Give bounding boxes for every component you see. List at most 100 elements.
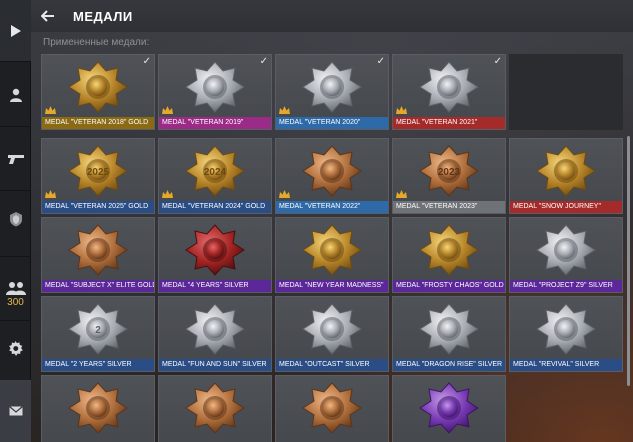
envelope-icon	[8, 406, 23, 416]
applied-medal-tile[interactable]: ✓ MEDAL "VETERAN 2020"	[275, 54, 389, 130]
crown-icon	[279, 106, 290, 114]
medal-tile[interactable]: MEDAL "PROJECT Z9" SILVER	[509, 217, 623, 293]
medal-label: MEDAL "SUBJECT X" ELITE GOLD	[42, 280, 154, 292]
empty-applied-slot[interactable]	[509, 54, 623, 130]
medal-label: MEDAL "VETERAN 2025" GOLD	[42, 201, 154, 213]
medal-art	[159, 57, 271, 117]
medal-tile[interactable]: MEDAL "FROSTY CHAOS" GOLD	[392, 217, 506, 293]
profile-button[interactable]	[0, 64, 31, 126]
medal-tile[interactable]: MEDAL "REVIVAL" SILVER	[509, 296, 623, 372]
medal-art	[393, 57, 505, 117]
medal-label: MEDAL "VETERAN 2018" GOLD	[42, 117, 154, 129]
medal-tile[interactable]	[275, 375, 389, 442]
left-sidebar: 300	[0, 0, 31, 442]
clan-button[interactable]	[0, 192, 31, 246]
medal-image	[302, 145, 362, 197]
medal-art	[276, 220, 388, 280]
play-icon	[10, 24, 21, 37]
medal-tile[interactable]: MEDAL "SUBJECT X" ELITE GOLD	[41, 217, 155, 293]
back-button[interactable]	[40, 6, 69, 27]
friends-icon	[5, 281, 26, 295]
medal-image	[185, 382, 245, 434]
medal-label: MEDAL "REVIVAL" SILVER	[510, 359, 622, 371]
medal-image	[68, 61, 128, 113]
check-icon: ✓	[259, 56, 268, 67]
medal-label: MEDAL "2 YEARS" SILVER	[42, 359, 154, 371]
mail-button[interactable]	[0, 380, 31, 442]
divider	[0, 320, 31, 321]
medal-image	[536, 145, 596, 197]
medal-label: MEDAL "FROSTY CHAOS" GOLD	[393, 280, 505, 292]
medal-tile[interactable]	[392, 375, 506, 442]
medal-art	[276, 378, 388, 438]
divider	[0, 256, 31, 257]
medal-label: MEDAL "VETERAN 2021"	[393, 117, 505, 129]
divider	[0, 126, 31, 127]
medal-tile[interactable]: MEDAL "VETERAN 2022"	[275, 138, 389, 214]
medal-tile[interactable]: MEDAL "OUTCAST" SILVER	[275, 296, 389, 372]
medal-label: MEDAL "VETERAN 2022"	[276, 201, 388, 213]
medal-art	[510, 299, 622, 359]
medal-image: 2024	[185, 145, 245, 197]
medal-label: MEDAL "FUN AND SUN" SILVER	[159, 359, 271, 371]
friends-count: 300	[7, 296, 24, 308]
medal-image	[302, 303, 362, 355]
medal-art	[276, 57, 388, 117]
medal-tile[interactable]	[41, 375, 155, 442]
check-icon: ✓	[493, 56, 502, 67]
svg-text:2025: 2025	[87, 167, 110, 178]
medal-tile[interactable]: MEDAL "NEW YEAR MADNESS"	[275, 217, 389, 293]
medal-tile[interactable]	[158, 375, 272, 442]
applied-medal-tile[interactable]: ✓ MEDAL "VETERAN 2019"	[158, 54, 272, 130]
settings-button[interactable]	[0, 326, 31, 370]
user-icon	[9, 88, 22, 102]
scrollbar[interactable]	[627, 136, 630, 386]
medal-image	[536, 224, 596, 276]
svg-text:2: 2	[95, 325, 101, 336]
weapons-button[interactable]	[0, 128, 31, 190]
medal-image	[302, 382, 362, 434]
medal-label: MEDAL "SNOW JOURNEY"	[510, 201, 622, 213]
medal-tile[interactable]: MEDAL "FUN AND SUN" SILVER	[158, 296, 272, 372]
medal-image: 2025	[68, 145, 128, 197]
medal-image	[185, 224, 245, 276]
medal-image: 2023	[419, 145, 479, 197]
friends-button[interactable]: 300	[0, 270, 31, 318]
medal-tile[interactable]: 2024 MEDAL "VETERAN 2024" GOLD	[158, 138, 272, 214]
check-icon: ✓	[142, 56, 151, 67]
svg-text:2023: 2023	[438, 167, 461, 178]
check-icon: ✓	[376, 56, 385, 67]
medal-art: 2	[42, 299, 154, 359]
crown-icon	[279, 190, 290, 198]
page-title: МЕДАЛИ	[73, 8, 133, 24]
medal-art	[159, 378, 271, 438]
medal-tile[interactable]: MEDAL "4 YEARS" SILVER	[158, 217, 272, 293]
medal-art	[159, 299, 271, 359]
medal-tile[interactable]: 2023 MEDAL "VETERAN 2023"	[392, 138, 506, 214]
medal-image	[536, 303, 596, 355]
play-button[interactable]	[0, 0, 31, 62]
clan-icon	[9, 212, 22, 227]
medal-art	[42, 57, 154, 117]
medal-label: MEDAL "DRAGON RISE" SILVER	[393, 359, 505, 371]
crown-icon	[45, 190, 56, 198]
medal-tile[interactable]: MEDAL "SNOW JOURNEY"	[509, 138, 623, 214]
applied-medal-tile[interactable]: ✓ MEDAL "VETERAN 2021"	[392, 54, 506, 130]
medal-image	[419, 303, 479, 355]
medal-image	[185, 61, 245, 113]
arrow-left-icon	[40, 9, 54, 22]
medal-image	[185, 303, 245, 355]
medal-label: MEDAL "NEW YEAR MADNESS"	[276, 280, 388, 292]
applied-medal-tile[interactable]: ✓ MEDAL "VETERAN 2018" GOLD	[41, 54, 155, 130]
medal-tile[interactable]: 2 MEDAL "2 YEARS" SILVER	[41, 296, 155, 372]
medal-tile[interactable]: MEDAL "DRAGON RISE" SILVER	[392, 296, 506, 372]
medal-art	[159, 220, 271, 280]
pistol-icon	[7, 155, 24, 164]
medal-image: 2	[68, 303, 128, 355]
medal-label: MEDAL "PROJECT Z9" SILVER	[510, 280, 622, 292]
medal-tile[interactable]: 2025 MEDAL "VETERAN 2025" GOLD	[41, 138, 155, 214]
medal-art	[510, 220, 622, 280]
gear-icon	[9, 340, 23, 356]
divider	[0, 190, 31, 191]
medal-art: 2025	[42, 141, 154, 201]
